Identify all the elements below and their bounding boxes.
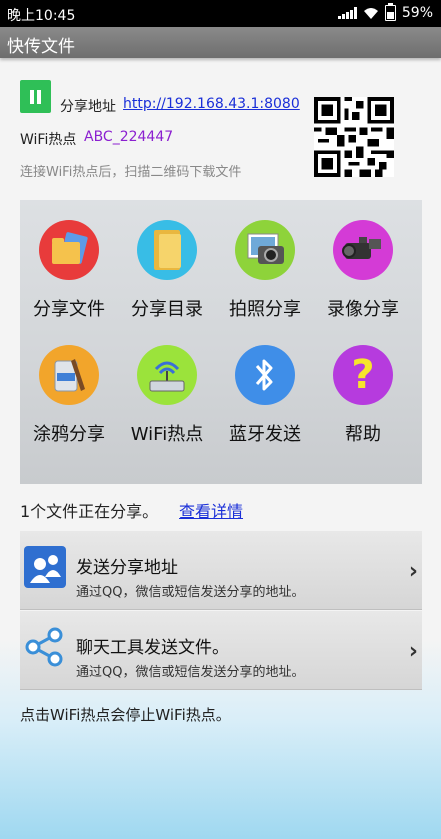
paint-bucket-icon <box>39 345 99 405</box>
scan-hint: 连接WiFi热点后，扫描二维码下载文件 <box>20 165 242 180</box>
chevron-right-icon: › <box>408 559 418 584</box>
battery-icon <box>384 3 396 21</box>
bluetooth-icon <box>235 345 295 405</box>
share-files-label: 分享文件 <box>33 299 105 320</box>
doodle-share-button[interactable]: 涂鸦分享 <box>20 325 118 455</box>
photo-share-button[interactable]: 拍照分享 <box>216 200 314 330</box>
video-share-button[interactable]: 录像分享 <box>314 200 412 330</box>
send-share-address-title: 发送分享地址 <box>76 558 178 578</box>
bluetooth-send-label: 蓝牙发送 <box>229 424 301 445</box>
app-title-bar: 快传文件 <box>0 27 441 58</box>
wifi-router-icon <box>137 345 197 405</box>
view-details-link[interactable]: 查看详情 <box>179 498 243 522</box>
sharing-count-text: 1个文件正在分享。 <box>20 502 159 521</box>
status-right: 59% <box>337 3 433 21</box>
folder-icon <box>137 220 197 280</box>
signal-icon <box>337 7 357 19</box>
share-folder-label: 分享目录 <box>131 299 203 320</box>
share-address-link[interactable]: http://192.168.43.1:8080 <box>123 96 300 112</box>
share-info-section: 分享地址 http://192.168.43.1:8080 WiFi热点 ABC… <box>20 80 420 190</box>
function-grid: 分享文件 分享目录 拍照分享 录像分享 涂鸦分享 WiFi热点 蓝牙发送 ? 帮… <box>20 200 422 484</box>
share-icon <box>25 627 63 667</box>
contacts-icon <box>24 546 66 588</box>
photo-icon <box>235 220 295 280</box>
wifi-hotspot-grid-label: WiFi热点 <box>130 424 204 445</box>
wifi-hotspot-name: ABC_224447 <box>84 129 174 145</box>
chevron-right-icon: › <box>408 639 418 664</box>
share-files-button[interactable]: 分享文件 <box>20 200 118 330</box>
status-time: 晚上10:45 <box>7 8 76 24</box>
qr-code-icon <box>314 97 394 177</box>
wifi-status-icon <box>363 7 378 19</box>
share-address-label: 分享地址 <box>60 99 116 115</box>
wifi-stop-note: 点击WiFi热点会停止WiFi热点。 <box>20 706 231 724</box>
bluetooth-send-button[interactable]: 蓝牙发送 <box>216 325 314 455</box>
chat-send-file-subtitle: 通过QQ，微信或短信发送分享的地址。 <box>76 665 305 680</box>
chat-send-file-title: 聊天工具发送文件。 <box>76 638 229 658</box>
pause-button[interactable] <box>20 80 51 113</box>
chat-send-file-item[interactable]: 聊天工具发送文件。 通过QQ，微信或短信发送分享的地址。 › <box>20 611 422 690</box>
share-files-icon <box>39 220 99 280</box>
send-share-address-item[interactable]: 发送分享地址 通过QQ，微信或短信发送分享的地址。 › <box>20 531 422 610</box>
send-share-address-subtitle: 通过QQ，微信或短信发送分享的地址。 <box>76 585 305 600</box>
help-label: 帮助 <box>345 424 381 445</box>
photo-share-label: 拍照分享 <box>229 299 301 320</box>
wifi-hotspot-button[interactable]: WiFi热点 <box>118 325 216 455</box>
doodle-share-label: 涂鸦分享 <box>33 424 105 445</box>
video-camera-icon <box>333 220 393 280</box>
battery-percent: 59% <box>401 5 433 21</box>
share-folder-button[interactable]: 分享目录 <box>118 200 216 330</box>
help-icon: ? <box>333 345 393 405</box>
status-bar: 晚上10:45 59% <box>0 0 441 27</box>
app-title: 快传文件 <box>7 37 75 57</box>
wifi-hotspot-label: WiFi热点 <box>20 132 77 148</box>
video-share-label: 录像分享 <box>327 299 399 320</box>
help-button[interactable]: ? 帮助 <box>314 325 412 455</box>
